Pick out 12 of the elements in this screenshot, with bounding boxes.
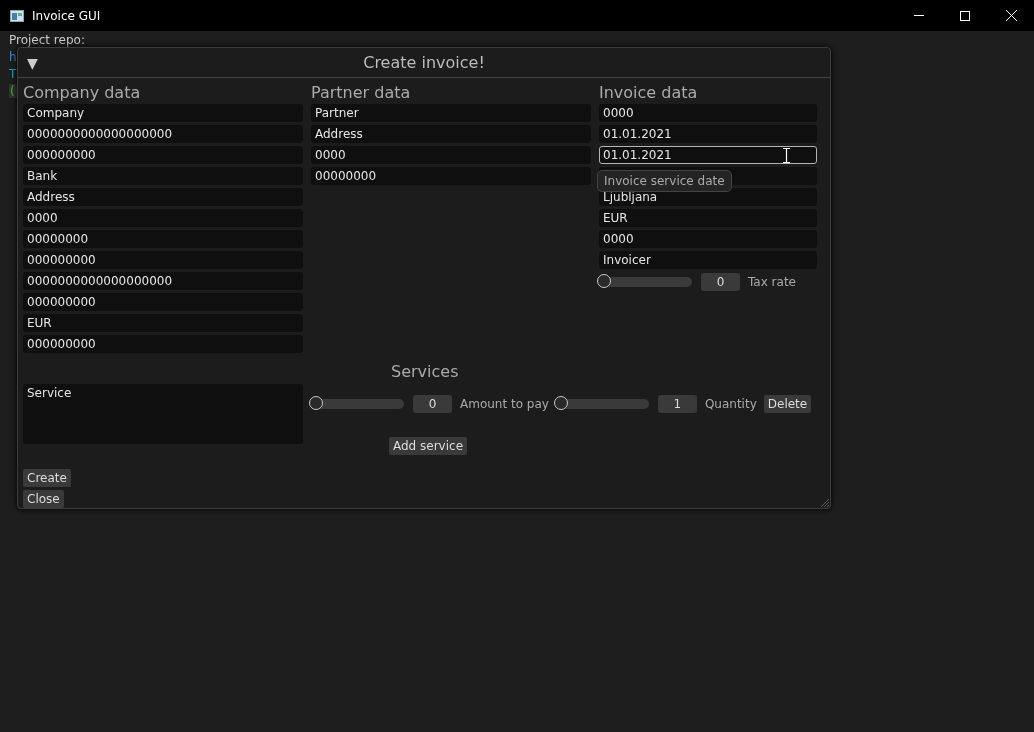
slider-label: Tax rate xyxy=(748,275,796,289)
slider-label: Quantity xyxy=(704,397,757,411)
slider-label: Amount to pay xyxy=(460,397,549,411)
repo-label: Project repo: xyxy=(9,33,86,47)
tooltip: Invoice service date xyxy=(597,170,732,192)
section-heading: Company data xyxy=(23,82,142,103)
section-heading: Invoice data xyxy=(599,82,699,103)
section-heading: Services xyxy=(390,361,460,382)
dialog-title: Create invoice! xyxy=(363,53,485,72)
section-heading: Partner data xyxy=(311,82,412,103)
info-text: T xyxy=(9,67,18,81)
window-title: Invoice GUI xyxy=(32,8,101,23)
